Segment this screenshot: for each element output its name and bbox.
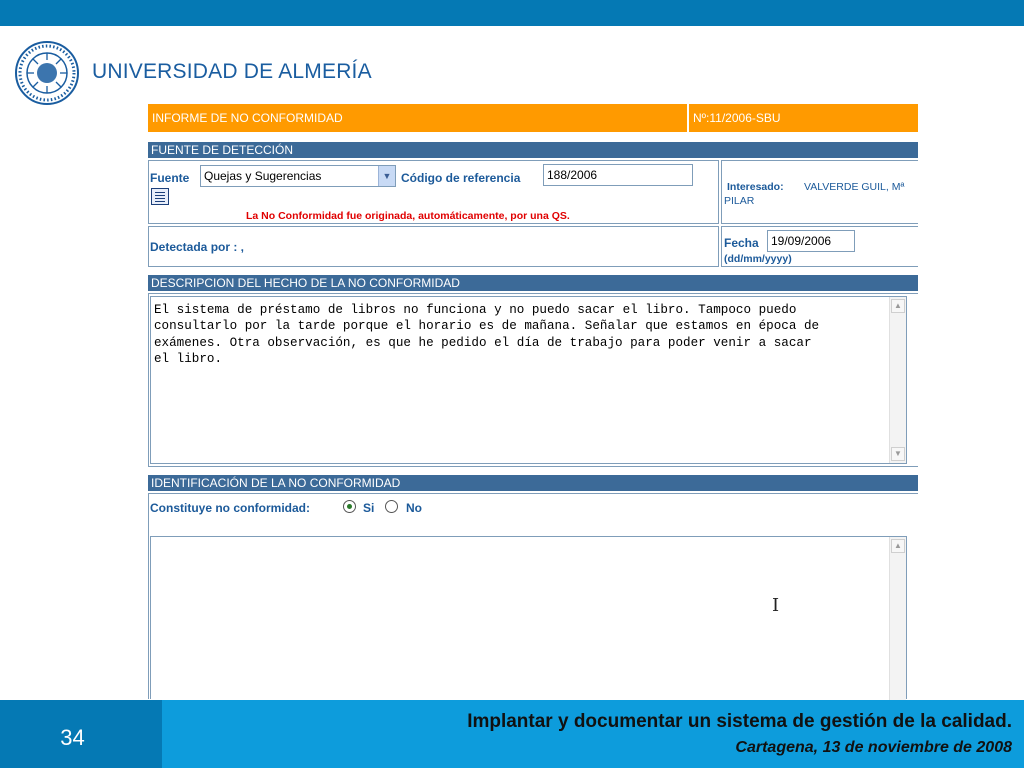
detectada-label: Detectada por : , xyxy=(150,240,245,254)
text-cursor-icon: I xyxy=(772,595,780,616)
slide-number: 34 xyxy=(60,725,85,750)
radio-si[interactable] xyxy=(343,500,356,513)
interesado-value: VALVERDE GUIL, Mª xyxy=(804,181,905,193)
radio-no-label: No xyxy=(406,501,422,515)
codigo-input[interactable]: 188/2006 xyxy=(543,164,693,186)
footer-subtitle: Cartagena, 13 de noviembre de 2008 xyxy=(735,739,1012,756)
report-number-bar: Nº:11/2006-SBU xyxy=(689,104,918,132)
scroll-up-icon[interactable]: ▲ xyxy=(891,539,905,553)
report-number: Nº:11/2006-SBU xyxy=(693,111,781,125)
constituye-label: Constituye no conformidad: xyxy=(150,501,310,515)
scroll-down-icon[interactable]: ▼ xyxy=(891,447,905,461)
fuente-select[interactable]: Quejas y Sugerencias xyxy=(200,165,396,187)
interesado-value-cont: PILAR xyxy=(724,195,755,207)
codigo-label: Código de referencia xyxy=(401,171,521,185)
chevron-down-icon[interactable]: ▼ xyxy=(378,166,395,186)
report-title-bar: INFORME DE NO CONFORMIDAD xyxy=(148,104,687,132)
description-textarea[interactable]: El sistema de préstamo de libros no func… xyxy=(150,296,907,464)
interesado-label: Interesado: xyxy=(727,181,784,193)
fecha-label: Fecha xyxy=(724,236,759,250)
top-banner xyxy=(0,0,1024,26)
university-seal-icon xyxy=(15,41,79,105)
section-header-description: DESCRIPCION DEL HECHO DE LA NO CONFORMID… xyxy=(148,275,918,291)
description-scrollbar[interactable]: ▲ ▼ xyxy=(889,297,906,463)
identification-textarea[interactable]: ▲ xyxy=(150,536,907,700)
section-header-identification: IDENTIFICACIÓN DE LA NO CONFORMIDAD xyxy=(148,475,918,491)
university-name: UNIVERSIDAD DE ALMERÍA xyxy=(92,60,372,83)
description-text: El sistema de préstamo de libros no func… xyxy=(154,303,820,366)
section-header-source: FUENTE DE DETECCIÓN xyxy=(148,142,918,158)
radio-no[interactable] xyxy=(385,500,398,513)
report-title: INFORME DE NO CONFORMIDAD xyxy=(152,111,343,125)
auto-origin-note: La No Conformidad fue originada, automát… xyxy=(246,210,570,222)
fecha-input[interactable]: 19/09/2006 xyxy=(767,230,855,252)
scroll-up-icon[interactable]: ▲ xyxy=(891,299,905,313)
fuente-label: Fuente xyxy=(150,171,190,185)
footer-title: Implantar y documentar un sistema de ges… xyxy=(467,711,1012,732)
identification-scrollbar[interactable]: ▲ xyxy=(889,537,906,700)
radio-si-label: Si xyxy=(363,501,375,515)
fecha-format: (dd/mm/yyyy) xyxy=(724,253,792,265)
document-icon[interactable] xyxy=(151,188,169,205)
